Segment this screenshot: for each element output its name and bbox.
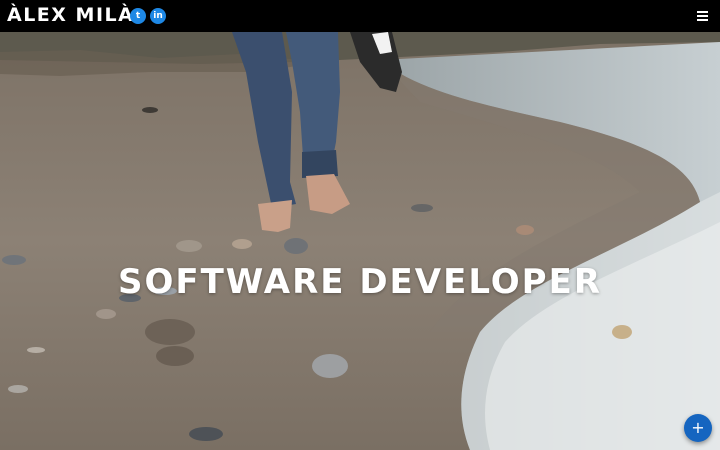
- site-logo[interactable]: ÀLEX MILÀ: [7, 3, 134, 27]
- hero-headline: SOFTWARE DEVELOPER: [117, 262, 602, 302]
- twitter-icon[interactable]: t: [130, 8, 146, 24]
- linkedin-icon[interactable]: in: [150, 8, 166, 24]
- top-navigation-bar: ÀLEX MILÀ t in: [0, 0, 720, 32]
- plus-icon: +: [691, 418, 705, 437]
- beach-scene: [0, 32, 720, 450]
- floating-plus-button[interactable]: +: [684, 414, 712, 442]
- hero-background-image: [0, 32, 720, 450]
- hamburger-menu-icon[interactable]: [697, 11, 708, 21]
